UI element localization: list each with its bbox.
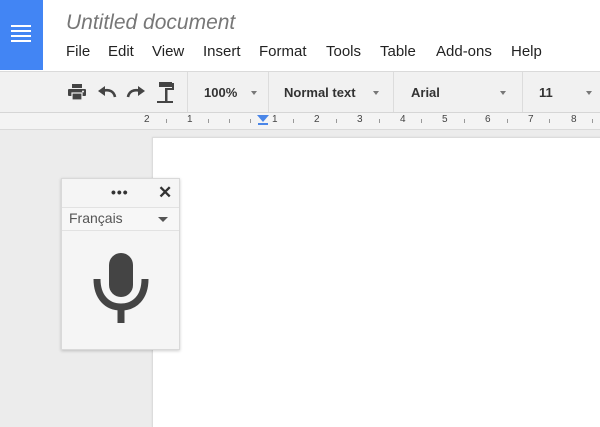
paint-format-icon[interactable]: [155, 72, 177, 112]
menu-view[interactable]: View: [152, 43, 184, 60]
ruler-tick: [208, 119, 209, 123]
dropdown-caret-icon: [586, 91, 592, 95]
ruler-tick: [549, 119, 550, 123]
toolbar-separator: [522, 72, 523, 112]
ruler-label: 1: [272, 114, 278, 125]
menu-table[interactable]: Table: [380, 43, 416, 60]
toolbar-separator: [393, 72, 394, 112]
menu-addons[interactable]: Add-ons: [436, 43, 492, 60]
toolbar: 100% Normal text Arial 11: [0, 71, 600, 113]
toolbar-separator: [187, 72, 188, 112]
ruler-tick: [592, 119, 593, 123]
font-select[interactable]: Arial: [411, 72, 440, 112]
redo-icon[interactable]: [125, 72, 147, 112]
toolbar-separator: [268, 72, 269, 112]
ruler-label: 1: [187, 114, 193, 125]
menu-edit[interactable]: Edit: [108, 43, 134, 60]
ruler-label: 5: [442, 114, 448, 125]
ruler[interactable]: 2 1 1 2 3 4 5 6 7 8: [0, 113, 600, 130]
ruler-label: 6: [485, 114, 491, 125]
ruler-label: 8: [571, 114, 577, 125]
dropdown-caret-icon: [373, 91, 379, 95]
paragraph-style-select[interactable]: Normal text: [284, 72, 356, 112]
document-page[interactable]: [152, 137, 600, 427]
ruler-tick: [336, 119, 337, 123]
ruler-tick: [229, 119, 230, 123]
language-label: Français: [69, 210, 123, 226]
first-line-indent-marker[interactable]: [257, 115, 269, 122]
ruler-tick: [421, 119, 422, 123]
microphone-icon[interactable]: [93, 251, 149, 332]
ruler-tick: [464, 119, 465, 123]
app-header: Untitled document File Edit View Insert …: [0, 0, 600, 71]
ruler-label: 2: [144, 114, 150, 125]
undo-icon[interactable]: [96, 72, 118, 112]
ruler-label: 7: [528, 114, 534, 125]
menu-format[interactable]: Format: [259, 43, 307, 60]
dropdown-caret-icon: [158, 217, 168, 222]
docs-logo-icon[interactable]: [0, 0, 43, 70]
ruler-tick: [293, 119, 294, 123]
dropdown-caret-icon: [251, 91, 257, 95]
ruler-label: 4: [400, 114, 406, 125]
ruler-label: 2: [314, 114, 320, 125]
ruler-tick: [379, 119, 380, 123]
print-icon[interactable]: [66, 72, 88, 112]
language-select[interactable]: Français: [62, 207, 179, 231]
ruler-label: 3: [357, 114, 363, 125]
voice-typing-panel: ••• ✕ Français: [61, 178, 180, 350]
more-options-icon[interactable]: •••: [111, 184, 129, 200]
ruler-tick: [507, 119, 508, 123]
menu-insert[interactable]: Insert: [203, 43, 241, 60]
font-size-select[interactable]: 11: [539, 72, 553, 112]
left-indent-marker[interactable]: [258, 123, 268, 125]
close-icon[interactable]: ✕: [158, 183, 172, 203]
menu-tools[interactable]: Tools: [326, 43, 361, 60]
menu-file[interactable]: File: [66, 43, 90, 60]
dropdown-caret-icon: [500, 91, 506, 95]
menu-help[interactable]: Help: [511, 43, 542, 60]
zoom-select[interactable]: 100%: [204, 72, 237, 112]
ruler-tick: [250, 119, 251, 123]
ruler-tick: [166, 119, 167, 123]
document-title[interactable]: Untitled document: [66, 11, 235, 35]
